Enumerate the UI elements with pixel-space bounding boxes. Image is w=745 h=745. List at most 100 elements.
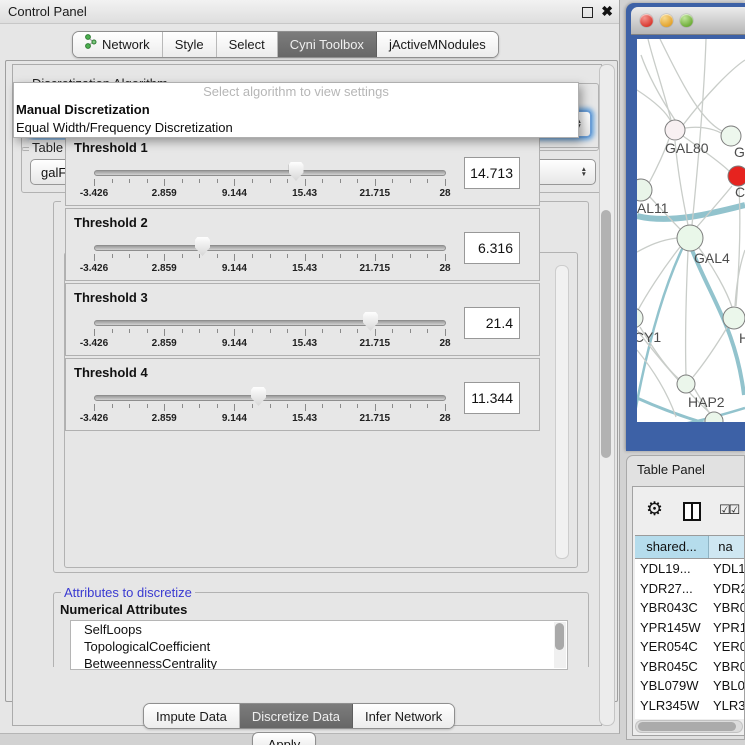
- minimize-traffic-light-icon[interactable]: [660, 14, 673, 27]
- slider-ticks: [94, 254, 445, 262]
- cell-shared-name[interactable]: YBR045C: [635, 657, 709, 677]
- split-columns-icon[interactable]: [683, 502, 701, 521]
- slider-track[interactable]: [94, 170, 446, 176]
- tick-mark: [182, 254, 183, 258]
- tick-label: 2.859: [152, 413, 177, 424]
- tick-mark: [94, 404, 95, 411]
- column-header-name[interactable]: na: [709, 536, 744, 558]
- cell-name[interactable]: YDR2: [709, 579, 744, 599]
- float-window-icon[interactable]: [582, 7, 593, 18]
- attribute-list-item[interactable]: SelfLoops: [71, 621, 567, 638]
- network-edge: [683, 60, 745, 125]
- table-row[interactable]: YBL079WYBL0: [635, 676, 744, 696]
- network-node[interactable]: [728, 166, 745, 186]
- network-node[interactable]: [721, 126, 741, 146]
- slider-track[interactable]: [94, 395, 446, 401]
- tick-mark: [357, 404, 358, 408]
- cell-shared-name[interactable]: YBL079W: [635, 676, 709, 696]
- cell-shared-name[interactable]: YDL19...: [635, 559, 709, 579]
- attribute-list-item[interactable]: BetweennessCentrality: [71, 655, 567, 670]
- cell-name[interactable]: YBR0: [709, 598, 744, 618]
- attributes-scrollbar[interactable]: [554, 622, 566, 668]
- threshold-value[interactable]: 14.713: [464, 157, 520, 189]
- tab-style[interactable]: Style: [163, 32, 217, 57]
- popup-item-manual-discretization[interactable]: Manual Discretization: [14, 101, 578, 119]
- cell-shared-name[interactable]: YLR345W: [635, 696, 709, 716]
- tab-cyni-toolbox[interactable]: Cyni Toolbox: [278, 32, 377, 57]
- table-header-row: shared... na: [635, 535, 744, 559]
- popup-item-equal-width-frequency[interactable]: Equal Width/Frequency Discretization: [14, 119, 578, 137]
- cell-shared-name[interactable]: YER054C: [635, 637, 709, 657]
- network-icon: [85, 33, 97, 56]
- table-row[interactable]: YPR145WYPR1: [635, 618, 744, 638]
- tab-label: Infer Network: [365, 705, 442, 728]
- checkbox-icons[interactable]: ☑☑: [719, 502, 738, 518]
- cell-name[interactable]: YBL0: [709, 676, 744, 696]
- popup-placeholder-item[interactable]: Select algorithm to view settings: [14, 83, 578, 101]
- slider-track[interactable]: [94, 320, 446, 326]
- table-row[interactable]: YBR043CYBR0: [635, 598, 744, 618]
- scrollbar-thumb[interactable]: [638, 722, 736, 731]
- network-node[interactable]: [677, 375, 695, 393]
- zoom-traffic-light-icon[interactable]: [680, 14, 693, 27]
- table-row[interactable]: YLR345WYLR3: [635, 696, 744, 716]
- threshold-value[interactable]: 21.4: [464, 307, 520, 339]
- tab-network[interactable]: Network: [73, 32, 163, 57]
- close-icon[interactable]: ✖: [601, 3, 613, 20]
- cell-name[interactable]: YIL0: [709, 715, 744, 719]
- cell-shared-name[interactable]: YPR145W: [635, 618, 709, 638]
- tick-mark: [94, 179, 95, 186]
- network-edge: [693, 326, 728, 377]
- tab-discretize-data[interactable]: Discretize Data: [240, 704, 353, 728]
- table-row[interactable]: YER054CYER0: [635, 637, 744, 657]
- threshold-value[interactable]: 11.344: [464, 382, 520, 414]
- gear-icon[interactable]: ⚙: [646, 500, 663, 519]
- cell-shared-name[interactable]: YBR043C: [635, 598, 709, 618]
- scrollbar-thumb[interactable]: [601, 210, 611, 458]
- node-attribute-table: shared... na YDL19...YDL1YDR27...YDR2YBR…: [635, 535, 744, 719]
- numerical-attributes-label: Numerical Attributes: [60, 602, 187, 617]
- tab-infer-network[interactable]: Infer Network: [353, 704, 454, 728]
- tick-mark: [375, 254, 376, 261]
- tick-mark: [392, 329, 393, 333]
- numerical-attributes-list[interactable]: SelfLoopsTopologicalCoefficientBetweenne…: [70, 620, 568, 670]
- network-canvas[interactable]: GAL80GACGAL11GAL4GCY1HHAP2: [637, 39, 745, 422]
- main-vertical-scrollbar[interactable]: [599, 64, 615, 726]
- tab-select[interactable]: Select: [217, 32, 278, 57]
- cell-name[interactable]: YER0: [709, 637, 744, 657]
- column-header-shared-name[interactable]: shared...: [635, 536, 709, 558]
- slider-track[interactable]: [94, 245, 446, 251]
- network-node[interactable]: [677, 225, 703, 251]
- cell-shared-name[interactable]: YDR27...: [635, 579, 709, 599]
- table-row[interactable]: YDR27...YDR2: [635, 579, 744, 599]
- cell-name[interactable]: YDL1: [709, 559, 744, 579]
- network-node[interactable]: [705, 412, 723, 422]
- cell-name[interactable]: YPR1: [709, 618, 744, 638]
- attribute-list-item[interactable]: TopologicalCoefficient: [71, 638, 567, 655]
- table-row[interactable]: YDL19...YDL1: [635, 559, 744, 579]
- tick-mark: [445, 254, 446, 261]
- tab-impute-data[interactable]: Impute Data: [144, 704, 240, 728]
- table-row[interactable]: YIL052CYIL0: [635, 715, 744, 719]
- network-node[interactable]: [637, 308, 643, 328]
- network-node[interactable]: [665, 120, 685, 140]
- threshold-value[interactable]: 6.316: [464, 232, 520, 264]
- attributes-group: Attributes to discretize Numerical Attri…: [53, 592, 589, 667]
- cell-name[interactable]: YBR0: [709, 657, 744, 677]
- thresholds-scrollbar[interactable]: [555, 265, 569, 559]
- tick-mark: [147, 329, 148, 333]
- cell-name[interactable]: YLR3: [709, 696, 744, 716]
- apply-button[interactable]: Apply: [252, 732, 316, 745]
- scrollbar-thumb[interactable]: [555, 623, 564, 650]
- cell-shared-name[interactable]: YIL052C: [635, 715, 709, 719]
- tick-label: 21.715: [360, 263, 391, 274]
- tick-mark: [287, 404, 288, 408]
- tab-jactivemnodules[interactable]: jActiveMNodules: [377, 32, 498, 57]
- table-row[interactable]: YBR045CYBR0: [635, 657, 744, 677]
- table-panel-content: ⚙ ☑☑ shared... na YDL19...YDL1YDR27...YD…: [632, 486, 745, 736]
- window-title: Control Panel: [8, 0, 87, 23]
- close-traffic-light-icon[interactable]: [640, 14, 653, 27]
- network-node[interactable]: [723, 307, 745, 329]
- table-horizontal-scrollbar[interactable]: [635, 720, 743, 733]
- network-window-titlebar[interactable]: [631, 7, 745, 35]
